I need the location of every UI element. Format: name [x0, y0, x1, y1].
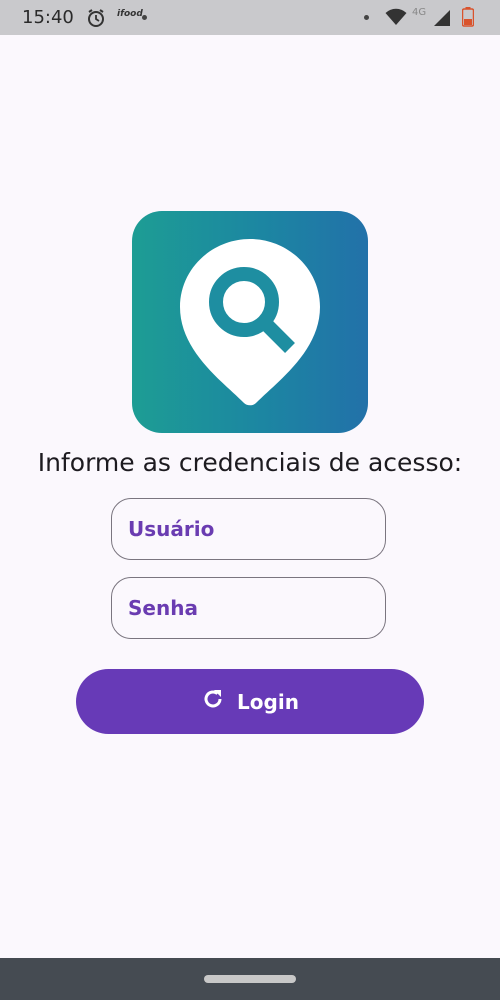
status-bar: 15:40 ifood 4G [0, 0, 500, 35]
app-logo [132, 211, 368, 433]
location-search-icon [180, 239, 320, 406]
battery-icon [461, 7, 475, 32]
login-button[interactable]: Login [76, 669, 424, 734]
notification-dot [142, 15, 147, 20]
network-type: 4G [412, 7, 427, 18]
signal-icon [433, 9, 451, 32]
password-input[interactable] [112, 578, 385, 638]
login-button-label: Login [237, 689, 299, 714]
home-gesture-handle[interactable] [204, 975, 296, 983]
username-field[interactable] [111, 498, 386, 560]
wifi-icon [385, 8, 407, 31]
login-prompt: Informe as credenciais de acesso: [37, 448, 463, 477]
alarm-icon [86, 8, 106, 33]
refresh-icon [201, 687, 225, 716]
system-nav-bar [0, 958, 500, 1000]
username-input[interactable] [112, 499, 385, 559]
notification-dot [364, 15, 369, 20]
ifood-icon: ifood [117, 9, 143, 19]
status-time: 15:40 [22, 7, 74, 28]
password-field[interactable] [111, 577, 386, 639]
